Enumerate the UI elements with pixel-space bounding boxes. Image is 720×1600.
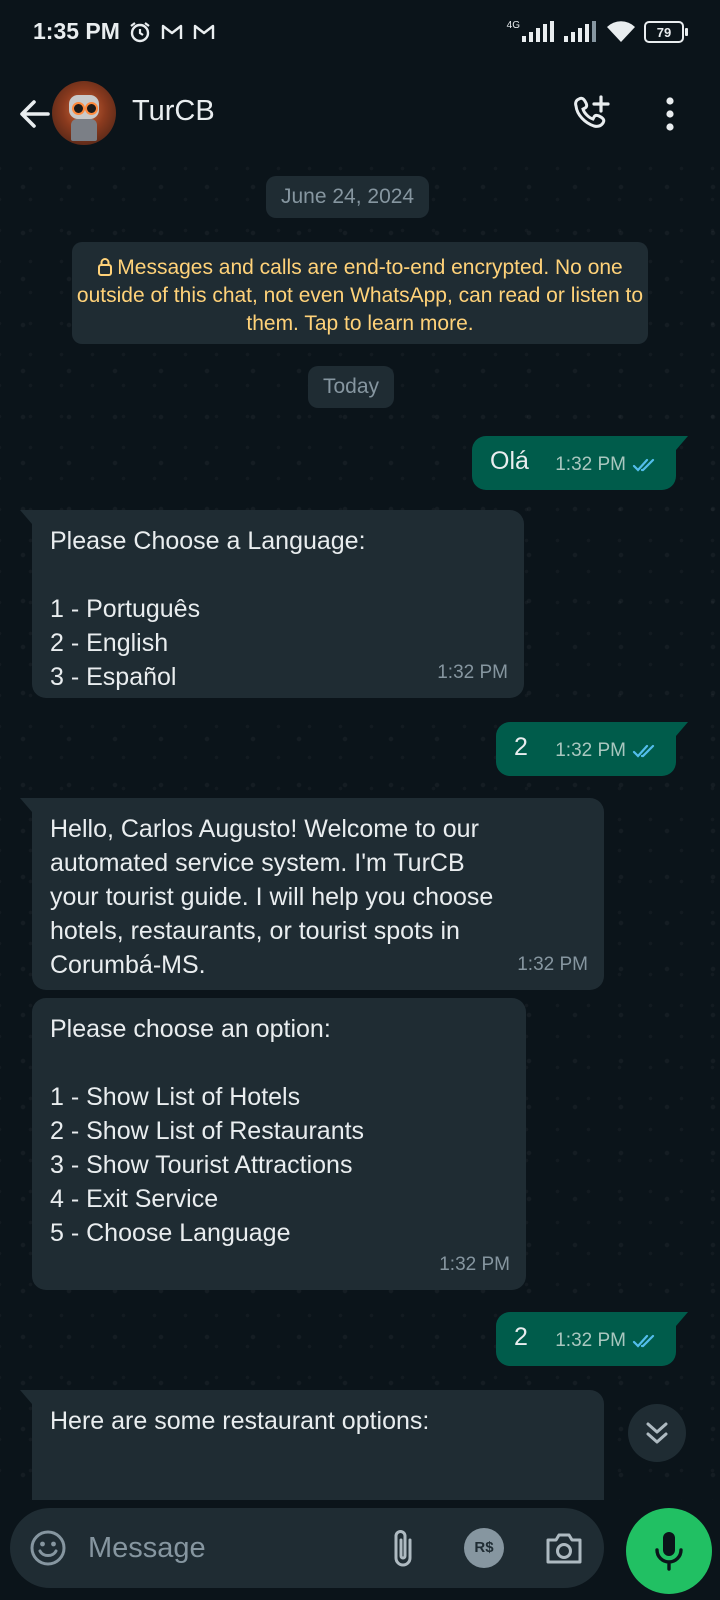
message-incoming[interactable]: Hello, Carlos Augusto! Welcome to our au… (20, 798, 604, 990)
read-receipt-icon (632, 1334, 655, 1348)
message-time: 1:32 PM (555, 740, 626, 761)
chat-area[interactable]: June 24, 2024 Messages and calls are end… (0, 164, 720, 1500)
wifi-icon (607, 21, 635, 42)
today-divider: Today (308, 366, 395, 408)
message-incoming[interactable]: Here are some restaurant options: (20, 1390, 604, 1500)
microphone-icon (655, 1532, 683, 1571)
status-time: 1:35 PM (33, 18, 120, 44)
contact-name[interactable]: TurCB (132, 95, 215, 128)
encryption-notice[interactable]: Messages and calls are end-to-end encryp… (72, 242, 648, 344)
lock-icon (98, 258, 113, 276)
more-options-icon[interactable] (655, 92, 685, 136)
gmail-icon (161, 24, 183, 39)
paperclip-icon[interactable] (386, 1526, 420, 1570)
message-outgoing[interactable]: Olá 1:32 PM (472, 436, 688, 490)
avatar[interactable] (52, 81, 116, 145)
message-time: 1:32 PM (555, 1330, 626, 1351)
message-incoming[interactable]: Please choose an option: 1 - Show List o… (32, 998, 526, 1290)
message-text: 2 (514, 1323, 528, 1351)
add-call-icon[interactable] (570, 92, 614, 136)
message-time: 1:32 PM (555, 454, 626, 475)
camera-icon[interactable] (542, 1526, 586, 1570)
back-arrow-icon[interactable] (14, 94, 54, 134)
message-text: 2 (514, 733, 528, 761)
double-chevron-down-icon (646, 1422, 668, 1444)
chat-header: TurCB (0, 68, 720, 164)
date-divider: June 24, 2024 (266, 176, 430, 218)
read-receipt-icon (632, 744, 655, 758)
message-text: Here are some restaurant options: (50, 1407, 430, 1435)
message-outgoing[interactable]: 2 1:32 PM (496, 1312, 688, 1366)
alarm-icon (130, 22, 150, 43)
encryption-text: Messages and calls are end-to-end encryp… (76, 256, 644, 335)
read-receipt-icon (632, 458, 655, 472)
emoji-icon[interactable] (28, 1528, 68, 1568)
network-type: 4G (506, 20, 520, 31)
battery-indicator: 79 (644, 21, 688, 43)
voice-message-button[interactable] (626, 1508, 712, 1594)
signal-icon (564, 21, 596, 42)
payment-button[interactable]: R$ (464, 1528, 504, 1568)
scroll-to-bottom-button[interactable] (628, 1404, 686, 1462)
message-text: Hello, Carlos Augusto! Welcome to our au… (50, 815, 494, 979)
message-text: Please choose an option: 1 - Show List o… (50, 1015, 365, 1247)
message-text: Please Choose a Language: 1 - Português … (50, 527, 366, 691)
message-composer: Message R$ (10, 1508, 604, 1588)
status-bar: 1:35 PM 4G 79 (0, 0, 720, 68)
message-time: 1:32 PM (517, 954, 588, 975)
message-time: 1:32 PM (439, 1254, 510, 1275)
message-time: 1:32 PM (437, 662, 508, 683)
message-text: Olá (490, 447, 529, 475)
gmail-icon (193, 24, 215, 39)
signal-icon (522, 21, 554, 42)
message-outgoing[interactable]: 2 1:32 PM (496, 722, 688, 776)
message-incoming[interactable]: Please Choose a Language: 1 - Português … (20, 510, 524, 698)
message-input[interactable]: Message (88, 1528, 206, 1568)
